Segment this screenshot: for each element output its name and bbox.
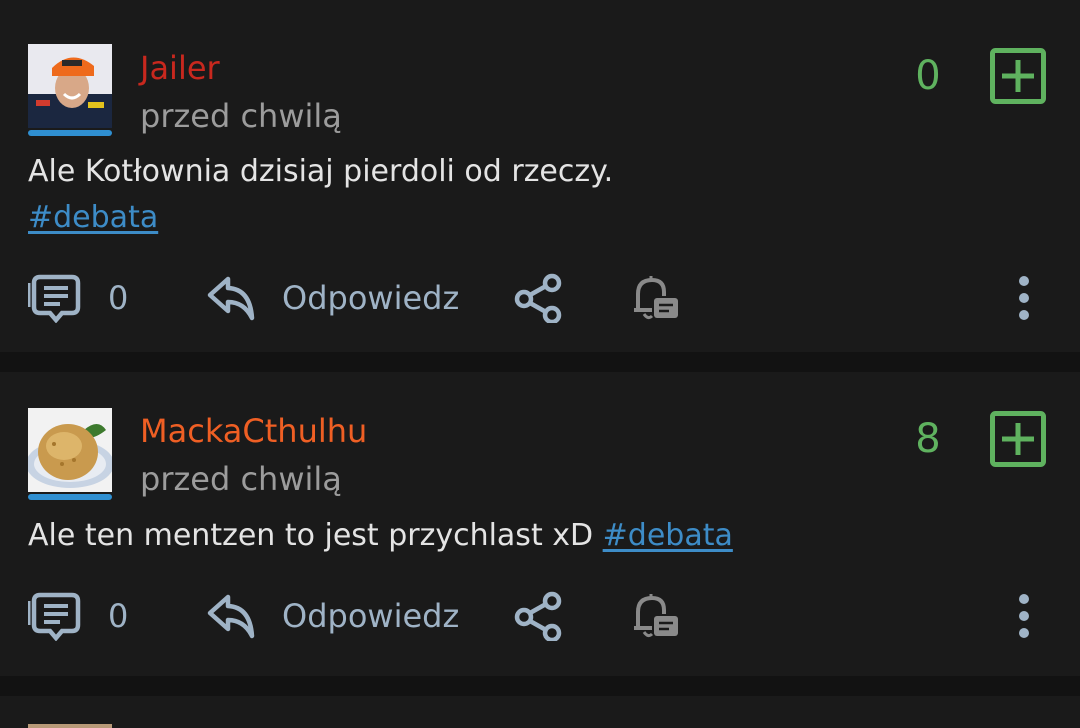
avatar[interactable]: [28, 724, 112, 728]
more-vertical-icon: [1019, 594, 1029, 638]
timestamp: przed chwilą: [140, 460, 342, 498]
post-actions: 0 Odpowiedz: [0, 586, 1080, 646]
notification-bell-icon: [634, 276, 678, 320]
reply-button[interactable]: Odpowiedz: [206, 268, 459, 328]
reply-button[interactable]: Odpowiedz: [206, 586, 459, 646]
post-actions: 0 Odpowiedz: [0, 268, 1080, 328]
comment-icon: [28, 592, 81, 641]
timestamp: przed chwilą: [140, 97, 342, 135]
comments-button[interactable]: 0: [28, 586, 128, 646]
plus-vote-icon: [990, 48, 1046, 104]
reply-icon: [207, 594, 255, 639]
more-vertical-icon: [1019, 276, 1029, 320]
post-card: Jailer przed chwilą 0 Ale Kotłownia dzis…: [0, 0, 1080, 352]
post-content: Ale Kotłownia dzisiaj pierdoli od rzeczy…: [28, 150, 613, 194]
reply-label: Odpowiedz: [282, 279, 460, 317]
post-tags: #debata: [28, 196, 158, 240]
more-options-button[interactable]: [1008, 268, 1040, 328]
share-button[interactable]: [514, 586, 564, 646]
subscribe-notifications-button[interactable]: [630, 586, 682, 646]
vote-score: 0: [915, 53, 941, 99]
username[interactable]: MackaCthulhu: [140, 411, 367, 451]
share-icon: [514, 273, 562, 323]
subscribe-notifications-button[interactable]: [630, 268, 682, 328]
comment-count: 0: [108, 279, 129, 317]
comments-button[interactable]: 0: [28, 268, 128, 328]
avatar[interactable]: [28, 44, 112, 128]
vote-score: 8: [915, 416, 941, 462]
post-text: Ale Kotłownia dzisiaj pierdoli od rzeczy…: [28, 154, 614, 189]
post-content: Ale ten mentzen to jest przychlast xD #d…: [28, 514, 733, 558]
share-icon: [514, 591, 562, 641]
more-options-button[interactable]: [1008, 586, 1040, 646]
comment-count: 0: [108, 597, 129, 635]
post-card: [0, 696, 1080, 728]
avatar[interactable]: [28, 408, 112, 492]
share-button[interactable]: [514, 268, 564, 328]
reply-label: Odpowiedz: [282, 597, 460, 635]
upvote-button[interactable]: [990, 411, 1046, 467]
post-text: Ale ten mentzen to jest przychlast xD: [28, 518, 603, 553]
post-card: MackaCthulhu przed chwilą 8 Ale ten ment…: [0, 372, 1080, 676]
hashtag-link[interactable]: #debata: [603, 518, 733, 553]
username[interactable]: Jailer: [140, 48, 220, 88]
plus-vote-icon: [990, 411, 1046, 467]
hashtag-link[interactable]: #debata: [28, 200, 158, 235]
avatar-status-bar: [28, 130, 112, 136]
avatar-status-bar: [28, 494, 112, 500]
notification-bell-icon: [634, 594, 678, 638]
reply-icon: [207, 276, 255, 321]
comment-icon: [28, 274, 81, 323]
upvote-button[interactable]: [990, 48, 1046, 104]
